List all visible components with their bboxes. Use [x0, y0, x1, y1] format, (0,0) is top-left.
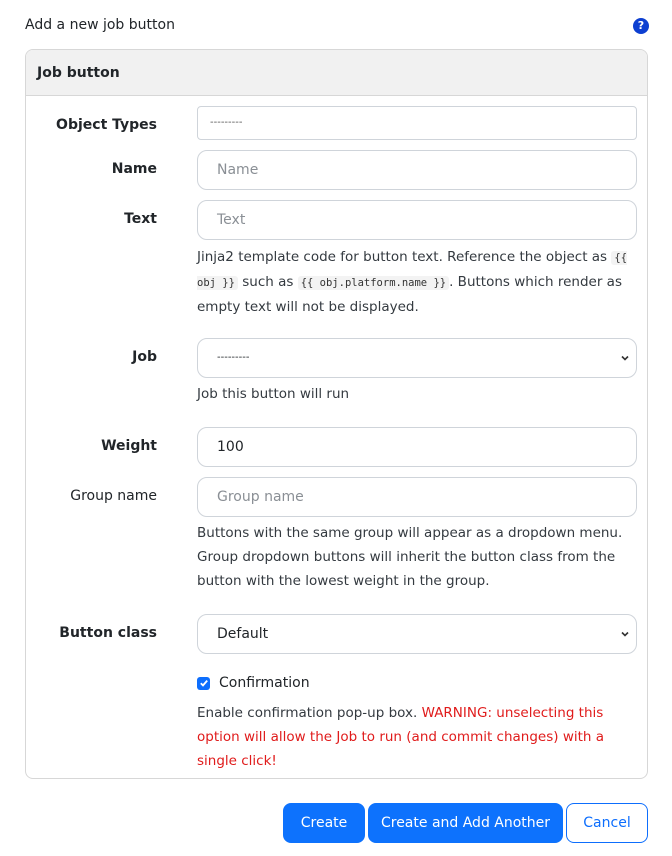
job-button-panel: Job button Object Types --------- Name N…	[25, 49, 648, 779]
job-help: Job this button will run	[197, 386, 350, 402]
group-name-placeholder: Group name	[217, 489, 304, 505]
button-class-value: Default	[217, 626, 269, 642]
weight-input[interactable]: 100	[197, 427, 637, 467]
text-help-prefix: Jinja2 template code for button text. Re…	[197, 249, 612, 265]
confirmation-help-text: Enable confirmation pop-up box.	[197, 705, 422, 721]
chevron-down-icon	[621, 631, 629, 637]
create-button[interactable]: Create	[283, 803, 365, 843]
confirmation-help: Enable confirmation pop-up box. WARNING:…	[197, 701, 637, 773]
confirmation-label[interactable]: Confirmation	[219, 675, 310, 691]
question-circle-icon[interactable]: ?	[633, 18, 649, 34]
text-input[interactable]: Text	[197, 200, 637, 240]
button-class-select[interactable]: Default	[197, 614, 637, 654]
create-and-add-another-button[interactable]: Create and Add Another	[368, 803, 563, 843]
text-help-code-example: {{ obj.platform.name }}	[297, 276, 450, 290]
group-name-input[interactable]: Group name	[197, 477, 637, 517]
group-name-label: Group name	[70, 488, 157, 504]
name-placeholder: Name	[217, 162, 259, 178]
job-label: Job	[132, 349, 157, 365]
checkmark-icon	[199, 680, 208, 687]
job-select[interactable]: ---------	[197, 338, 637, 378]
weight-label: Weight	[101, 438, 157, 454]
text-label: Text	[124, 211, 157, 227]
panel-heading: Job button	[26, 50, 647, 96]
confirmation-checkbox[interactable]	[197, 676, 210, 690]
text-placeholder: Text	[217, 212, 246, 228]
object-types-select[interactable]: ---------	[197, 106, 637, 140]
text-help-middle: such as	[237, 274, 298, 290]
job-value: ---------	[217, 352, 250, 363]
weight-value: 100	[217, 439, 244, 455]
button-class-label: Button class	[59, 625, 157, 641]
name-input[interactable]: Name	[197, 150, 637, 190]
object-types-value: ---------	[210, 117, 243, 128]
cancel-button[interactable]: Cancel	[566, 803, 648, 843]
page-header: Add a new job button ?	[25, 14, 649, 36]
chevron-down-icon	[621, 355, 629, 361]
name-label: Name	[111, 161, 157, 177]
object-types-label: Object Types	[56, 117, 157, 133]
group-name-help: Buttons with the same group will appear …	[197, 525, 623, 589]
text-help: Jinja2 template code for button text. Re…	[197, 245, 637, 319]
confirmation-row: Confirmation	[197, 673, 310, 693]
page-title: Add a new job button	[25, 17, 175, 33]
